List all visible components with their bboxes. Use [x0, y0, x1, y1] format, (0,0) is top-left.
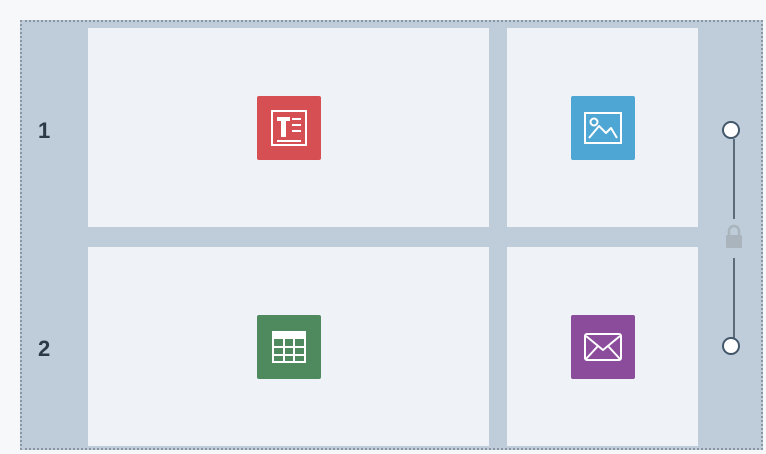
resize-track-top [733, 139, 735, 219]
cell-table[interactable] [88, 247, 489, 446]
lock-icon[interactable] [724, 224, 744, 250]
cell-image[interactable] [507, 28, 698, 227]
row-number-1: 1 [38, 118, 51, 143]
image-block-tile[interactable] [570, 95, 635, 160]
text-block-icon [270, 109, 307, 146]
email-block-tile[interactable] [570, 314, 635, 379]
email-block-icon [583, 332, 622, 361]
cell-text[interactable] [88, 28, 489, 227]
row-number-2: 2 [38, 336, 51, 361]
table-block-tile[interactable] [256, 314, 321, 379]
cell-email[interactable] [507, 247, 698, 446]
table-block-icon [271, 330, 306, 363]
resize-handle-bottom[interactable] [722, 337, 740, 355]
resize-handle-top[interactable] [722, 121, 740, 139]
image-block-icon [583, 111, 622, 144]
text-block-tile[interactable] [256, 95, 321, 160]
resize-track-bottom [733, 258, 735, 338]
